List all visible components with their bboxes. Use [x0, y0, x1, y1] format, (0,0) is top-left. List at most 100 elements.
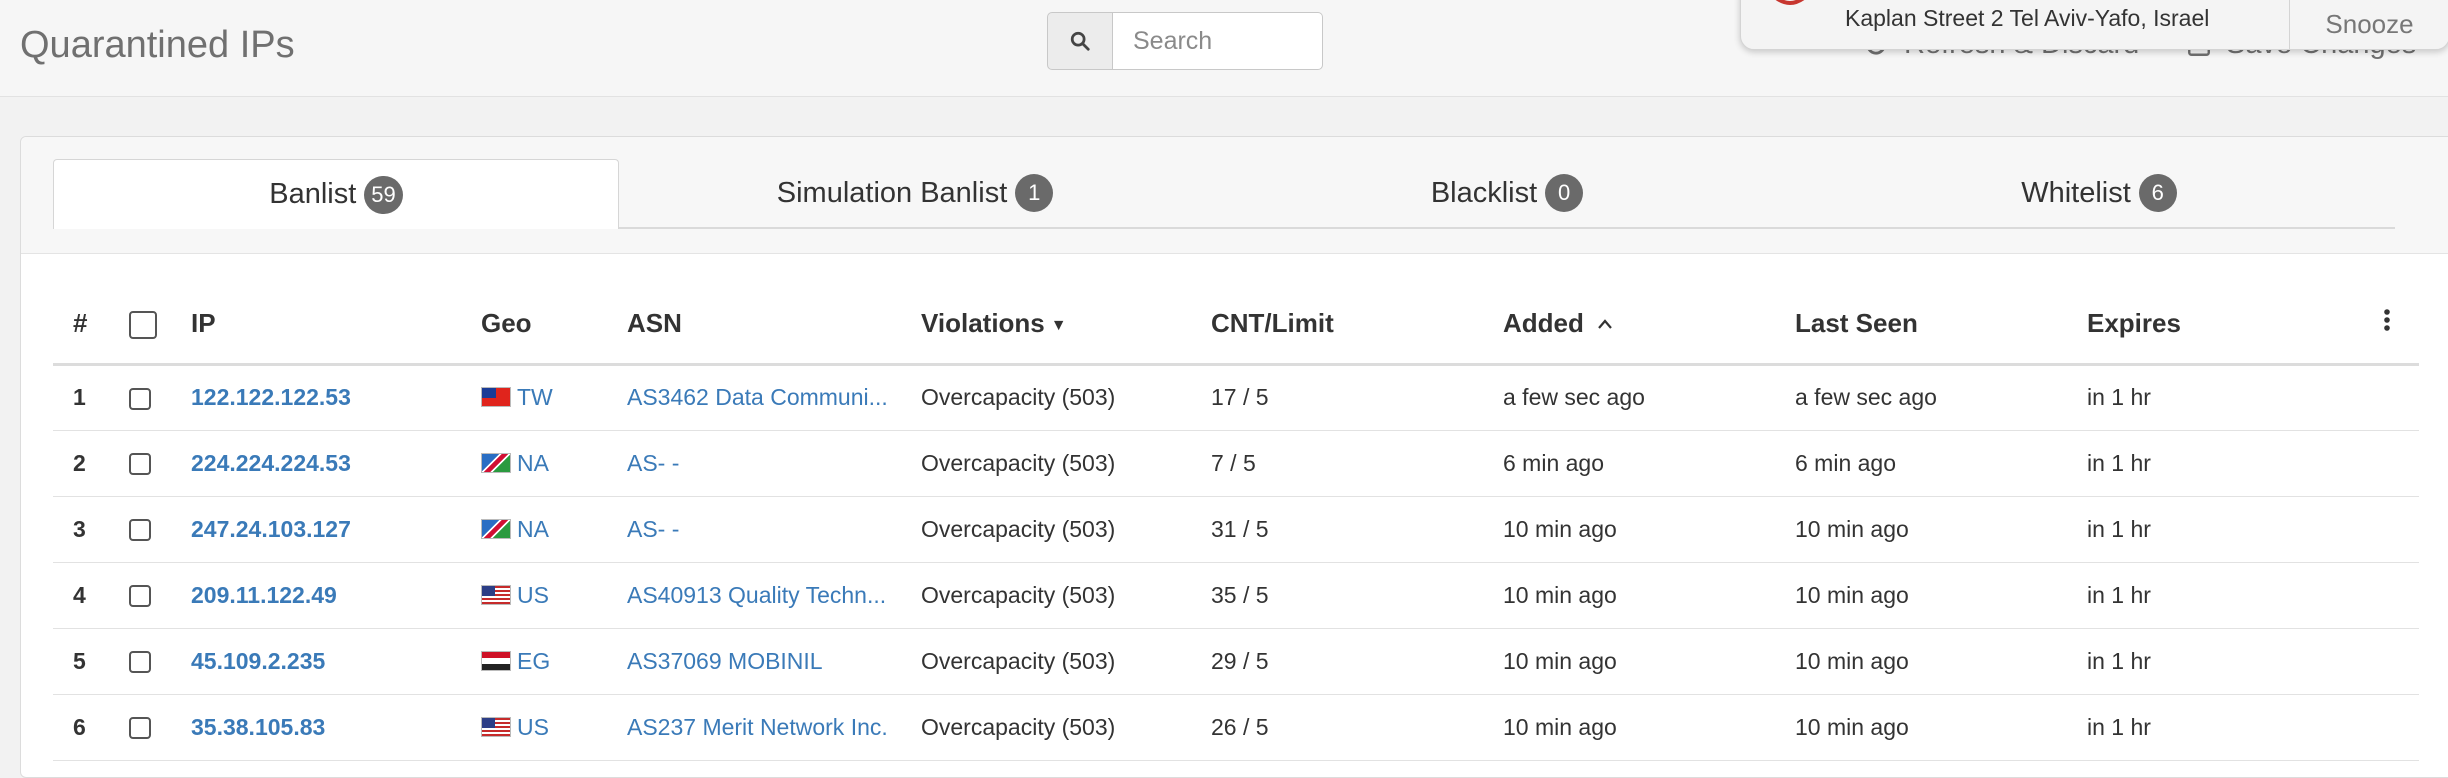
added-cell: a few sec ago — [1483, 364, 1775, 431]
row-menu-cell — [2355, 694, 2419, 761]
table-row[interactable]: 3 247.24.103.127 NA AS- - Overcapacity (… — [53, 496, 2419, 563]
expires-cell: in 1 hr — [2067, 496, 2355, 563]
asn-cell: AS3462 Data Communi... — [607, 364, 901, 431]
ip-cell: 35.38.105.83 — [171, 694, 461, 761]
search-group — [1047, 12, 1323, 70]
banlist-panel: Banlist 59 Simulation Banlist 1 Blacklis… — [20, 136, 2448, 778]
banlist-table: # IP Geo ASN Violations ▼ CNT/Limit Added — [53, 285, 2419, 761]
search-input[interactable] — [1113, 12, 1323, 70]
ip-link[interactable]: 35.38.105.83 — [191, 714, 325, 740]
col-header-violations[interactable]: Violations ▼ — [901, 285, 1191, 366]
col-header-num: # — [53, 285, 109, 366]
row-select — [109, 364, 171, 431]
table-row[interactable]: 6 35.38.105.83 US AS237 Merit Network In… — [53, 694, 2419, 761]
asn-link[interactable]: AS237 Merit Network Inc. — [627, 714, 888, 740]
col-header-geo[interactable]: Geo — [461, 285, 607, 366]
row-checkbox[interactable] — [129, 717, 151, 740]
tab-simulation-banlist[interactable]: Simulation Banlist 1 — [619, 159, 1211, 229]
geo-link[interactable]: TW — [517, 384, 553, 410]
asn-link[interactable]: AS- - — [627, 450, 679, 476]
expires-cell: in 1 hr — [2067, 364, 2355, 431]
page-title: Quarantined IPs — [20, 24, 295, 66]
violations-header-label: Violations — [921, 308, 1045, 339]
ip-link[interactable]: 247.24.103.127 — [191, 516, 351, 542]
tab-label: Blacklist — [1430, 176, 1538, 209]
search-icon — [1070, 31, 1090, 51]
row-checkbox[interactable] — [129, 519, 151, 542]
row-number: 2 — [53, 430, 109, 497]
row-menu-cell — [2355, 430, 2419, 497]
tab-label: Whitelist — [2021, 176, 2131, 209]
expires-cell: in 1 hr — [2067, 628, 2355, 695]
geo-cell: NA — [461, 430, 607, 497]
tab-whitelist[interactable]: Whitelist 6 — [1803, 159, 2395, 229]
asn-cell: AS237 Merit Network Inc. — [607, 694, 901, 761]
row-checkbox[interactable] — [129, 387, 151, 410]
asn-link[interactable]: AS40913 Quality Techn... — [627, 582, 886, 608]
ip-link[interactable]: 45.109.2.235 — [191, 648, 325, 674]
row-checkbox[interactable] — [129, 585, 151, 608]
table-row[interactable]: 5 45.109.2.235 EG AS37069 MOBINIL Overca… — [53, 628, 2419, 695]
table-row[interactable]: 4 209.11.122.49 US AS40913 Quality Techn… — [53, 562, 2419, 629]
flag-us-icon — [481, 584, 511, 605]
geo-cell: NA — [461, 496, 607, 563]
snooze-button[interactable]: Snooze — [2289, 0, 2448, 49]
violations-cell: Overcapacity (503) — [901, 430, 1191, 497]
geo-link[interactable]: NA — [517, 516, 549, 542]
asn-link[interactable]: AS3462 Data Communi... — [627, 384, 888, 410]
col-header-expires[interactable]: Expires — [2067, 285, 2355, 366]
geo-link[interactable]: US — [517, 714, 549, 740]
tab-count-badge: 59 — [364, 175, 403, 214]
sort-asc-icon — [1598, 319, 1612, 329]
top-bar: Quarantined IPs Refresh & Discard Save C… — [0, 0, 2448, 97]
notification-popup: Kaplan Street 2 Tel Aviv-Yafo, Israel Sn… — [1740, 0, 2448, 50]
added-cell: 10 min ago — [1483, 694, 1775, 761]
col-header-ip[interactable]: IP — [171, 285, 461, 366]
col-header-asn[interactable]: ASN — [607, 285, 901, 366]
expires-cell: in 1 hr — [2067, 562, 2355, 629]
tabs-bar: Banlist 59 Simulation Banlist 1 Blacklis… — [21, 137, 2448, 254]
tab-blacklist[interactable]: Blacklist 0 — [1211, 159, 1803, 229]
table-header-row: # IP Geo ASN Violations ▼ CNT/Limit Added — [53, 285, 2419, 366]
asn-link[interactable]: AS37069 MOBINIL — [627, 648, 823, 674]
ip-link[interactable]: 209.11.122.49 — [191, 582, 337, 608]
cnt-limit-cell: 7 / 5 — [1191, 430, 1483, 497]
col-header-cnt-limit[interactable]: CNT/Limit — [1191, 285, 1483, 366]
row-select — [109, 562, 171, 629]
row-number: 3 — [53, 496, 109, 563]
geo-link[interactable]: NA — [517, 450, 549, 476]
asn-cell: AS- - — [607, 430, 901, 497]
cnt-limit-cell: 17 / 5 — [1191, 364, 1483, 431]
geo-link[interactable]: EG — [517, 648, 550, 674]
row-checkbox[interactable] — [129, 651, 151, 674]
cnt-limit-cell: 31 / 5 — [1191, 496, 1483, 563]
ip-link[interactable]: 224.224.224.53 — [191, 450, 351, 476]
search-button[interactable] — [1047, 12, 1113, 70]
col-header-last-seen[interactable]: Last Seen — [1775, 285, 2067, 366]
flag-na-icon — [481, 518, 511, 539]
ip-cell: 224.224.224.53 — [171, 430, 461, 497]
cnt-limit-cell: 29 / 5 — [1191, 628, 1483, 695]
geo-cell: US — [461, 694, 607, 761]
more-vertical-icon[interactable] — [2383, 308, 2391, 332]
flag-eg-icon — [481, 650, 511, 671]
select-all-checkbox[interactable] — [129, 311, 157, 340]
row-checkbox[interactable] — [129, 453, 151, 476]
ip-cell: 122.122.122.53 — [171, 364, 461, 431]
asn-cell: AS37069 MOBINIL — [607, 628, 901, 695]
cnt-limit-cell: 26 / 5 — [1191, 694, 1483, 761]
col-header-added[interactable]: Added — [1483, 285, 1775, 366]
table-row[interactable]: 1 122.122.122.53 TW AS3462 Data Communi.… — [53, 364, 2419, 431]
flag-na-icon — [481, 452, 511, 473]
asn-link[interactable]: AS- - — [627, 516, 679, 542]
row-select — [109, 628, 171, 695]
row-menu-cell — [2355, 364, 2419, 431]
row-select — [109, 430, 171, 497]
tab-banlist[interactable]: Banlist 59 — [53, 159, 619, 229]
ip-link[interactable]: 122.122.122.53 — [191, 384, 351, 410]
table-row[interactable]: 2 224.224.224.53 NA AS- - Overcapacity (… — [53, 430, 2419, 497]
ip-cell: 247.24.103.127 — [171, 496, 461, 563]
row-menu-cell — [2355, 628, 2419, 695]
geo-link[interactable]: US — [517, 582, 549, 608]
added-cell: 10 min ago — [1483, 628, 1775, 695]
